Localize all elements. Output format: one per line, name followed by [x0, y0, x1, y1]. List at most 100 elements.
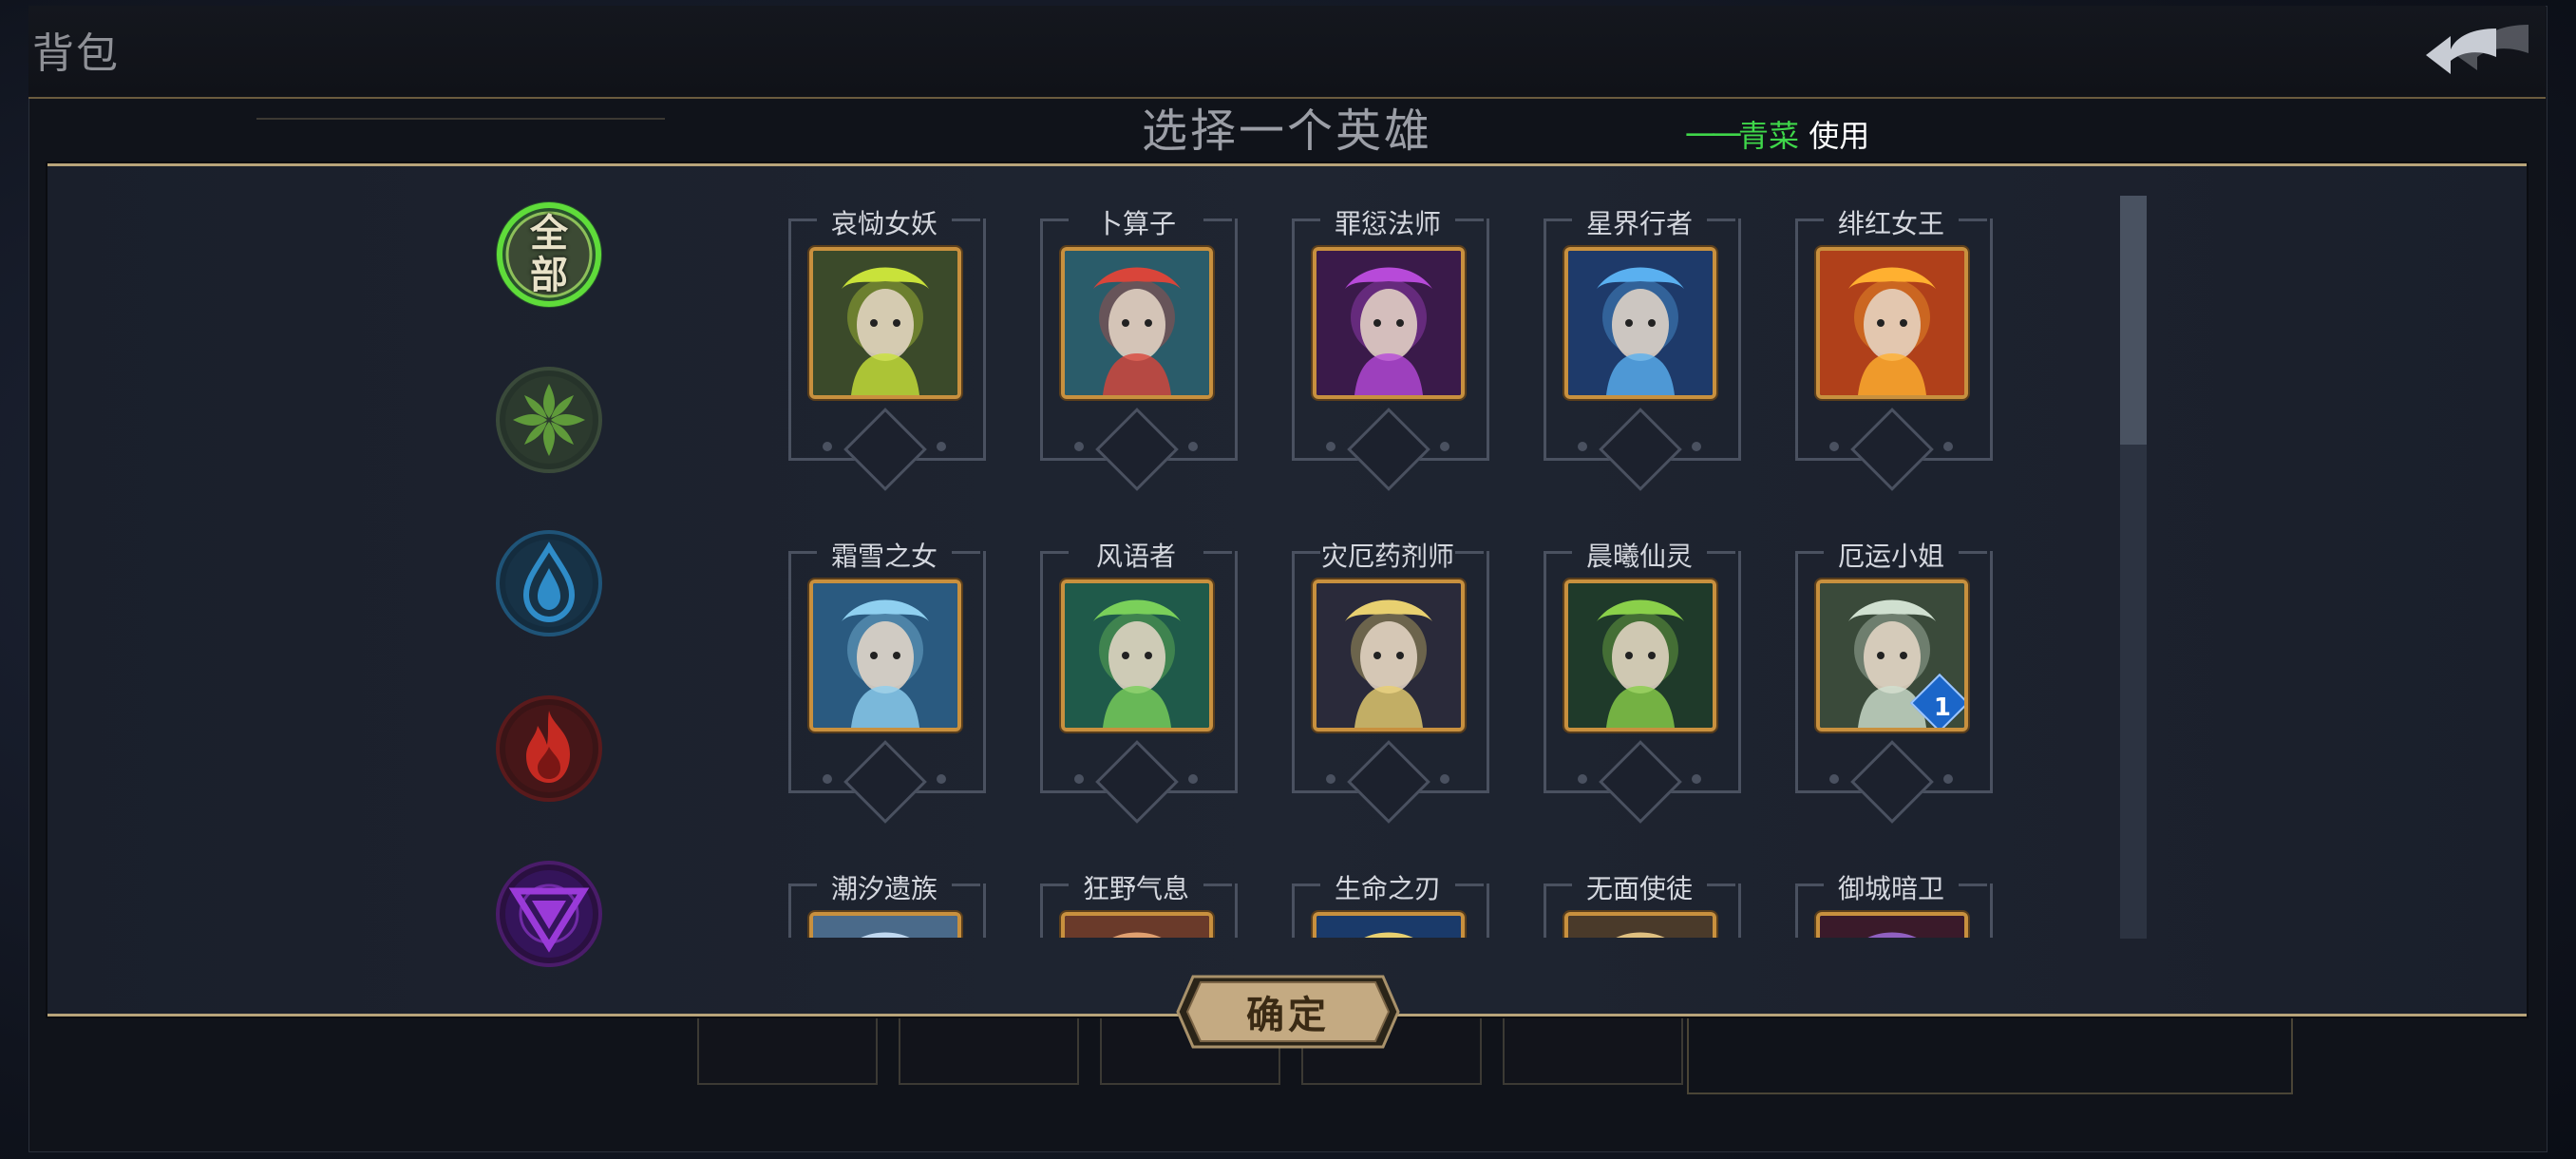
hero-card-frame-top: [1795, 884, 1987, 886]
hero-portrait-image: [1316, 916, 1461, 938]
hero-card-frame-top: [1040, 551, 1232, 554]
filter-all-button[interactable]: 全 部: [494, 200, 604, 310]
decor-dot: [937, 774, 946, 784]
usage-info: 一一青菜 使用: [1685, 112, 1869, 156]
decor-dot: [1074, 442, 1084, 451]
decor-dot: [823, 774, 832, 784]
hero-card[interactable]: 罪愆法师: [1288, 190, 1489, 494]
decor-dot: [1943, 442, 1953, 451]
leaf-icon: [496, 367, 602, 473]
hero-portrait-image: [1316, 251, 1461, 395]
hero-portrait[interactable]: [1313, 580, 1465, 732]
hero-portrait-image: [1065, 583, 1209, 728]
hero-card-frame-top: [1544, 218, 1735, 221]
arcane-triangle-icon: [496, 861, 602, 967]
hero-portrait[interactable]: [1313, 912, 1465, 938]
hero-portrait[interactable]: [809, 912, 961, 938]
hero-portrait[interactable]: [1564, 912, 1716, 938]
hero-card[interactable]: 哀恸女妖: [785, 190, 986, 494]
hero-card[interactable]: 星界行者: [1540, 190, 1741, 494]
top-bar: [28, 6, 2546, 99]
filter-all-label-top: 全: [530, 212, 568, 256]
hero-card[interactable]: 晨曦仙灵: [1540, 522, 1741, 826]
hero-portrait-image: [813, 251, 957, 395]
hero-card[interactable]: 风语者: [1036, 522, 1238, 826]
decor-dot: [1074, 774, 1084, 784]
hero-portrait[interactable]: [1816, 247, 1968, 399]
hero-card[interactable]: 无面使徒: [1540, 855, 1741, 938]
decor-dot: [1188, 774, 1198, 784]
decor-dot: [1578, 774, 1587, 784]
decor-dot: [937, 442, 946, 451]
usage-item-name: 青菜: [1738, 118, 1800, 154]
hero-portrait[interactable]: [1816, 912, 1968, 938]
filter-water-button[interactable]: [494, 528, 604, 638]
hero-portrait[interactable]: [809, 247, 961, 399]
back-arrow-icon: [2426, 25, 2529, 74]
decor-dot: [1943, 774, 1953, 784]
back-button[interactable]: [2422, 13, 2534, 89]
filter-all-label-bottom: 部: [530, 254, 568, 297]
hero-grid: 哀恸女妖 卜算子 罪愆法师 星界行者 绯红女王霜雪之女 风语者 灾厄药剂师 晨曦仙灵 厄运小姐 1…: [779, 190, 2014, 938]
hero-card-frame-top: [1292, 884, 1484, 886]
hero-portrait[interactable]: [1313, 247, 1465, 399]
hero-card-frame-top: [1040, 884, 1232, 886]
decor-dot: [823, 442, 832, 451]
hero-portrait[interactable]: [1564, 247, 1716, 399]
hero-card-frame-top: [1040, 218, 1232, 221]
hero-card[interactable]: 厄运小姐 1: [1791, 522, 1993, 826]
hero-portrait[interactable]: [1061, 247, 1213, 399]
decor-dot: [1188, 442, 1198, 451]
hero-portrait-image: [1065, 251, 1209, 395]
hero-portrait[interactable]: [1564, 580, 1716, 732]
decor-dot: [1440, 442, 1449, 451]
hero-portrait-image: [1065, 916, 1209, 938]
hero-card[interactable]: 御城暗卫: [1791, 855, 1993, 938]
hero-card-frame-top: [1795, 551, 1987, 554]
filter-fire-button[interactable]: [494, 694, 604, 804]
filter-nature-button[interactable]: [494, 365, 604, 475]
hero-portrait-image: [1568, 583, 1713, 728]
background-decoration: [256, 118, 665, 133]
hero-card[interactable]: 卜算子: [1036, 190, 1238, 494]
hero-card[interactable]: 绯红女王: [1791, 190, 1993, 494]
hero-card[interactable]: 潮汐遗族: [785, 855, 986, 938]
decor-dot: [1440, 774, 1449, 784]
decor-dot: [1829, 774, 1839, 784]
hero-card[interactable]: 生命之刃: [1288, 855, 1489, 938]
hero-card-frame-top: [1795, 218, 1987, 221]
water-drop-icon: [496, 530, 602, 636]
hero-portrait-image: [1568, 916, 1713, 938]
page-title: 背包: [32, 29, 120, 78]
decor-dot: [1692, 442, 1701, 451]
decor-dot: [1326, 774, 1335, 784]
hero-card-frame-top: [1544, 551, 1735, 554]
filter-all-label: 全 部: [494, 200, 604, 310]
decor-dot: [1829, 442, 1839, 451]
hero-card-frame-top: [1292, 218, 1484, 221]
usage-prefix: 一一: [1685, 118, 1742, 154]
confirm-label: 确定: [1246, 994, 1330, 1037]
hero-card[interactable]: 狂野气息: [1036, 855, 1238, 938]
decor-dot: [1692, 774, 1701, 784]
hero-list-scrollbar[interactable]: [2120, 196, 2147, 939]
scrollbar-thumb[interactable]: [2120, 196, 2147, 445]
decor-dot: [1326, 442, 1335, 451]
hero-portrait[interactable]: [1061, 580, 1213, 732]
hero-card-frame-top: [1292, 551, 1484, 554]
hero-portrait-image: [1568, 251, 1713, 395]
decor-dot: [1578, 442, 1587, 451]
hero-portrait-image: [1820, 916, 1964, 938]
modal-title: 选择一个英雄: [1141, 104, 1432, 158]
hero-card[interactable]: 霜雪之女: [785, 522, 986, 826]
hero-portrait[interactable]: [1061, 912, 1213, 938]
hero-card-frame-top: [788, 551, 980, 554]
hero-portrait[interactable]: 1: [1816, 580, 1968, 732]
hero-portrait-image: [813, 916, 957, 938]
confirm-button[interactable]: 确定: [1174, 973, 1402, 1051]
hero-portrait[interactable]: [809, 580, 961, 732]
hero-card[interactable]: 灾厄药剂师: [1288, 522, 1489, 826]
hero-portrait-image: [1316, 583, 1461, 728]
flame-icon: [496, 695, 602, 802]
filter-arcane-button[interactable]: [494, 859, 604, 969]
